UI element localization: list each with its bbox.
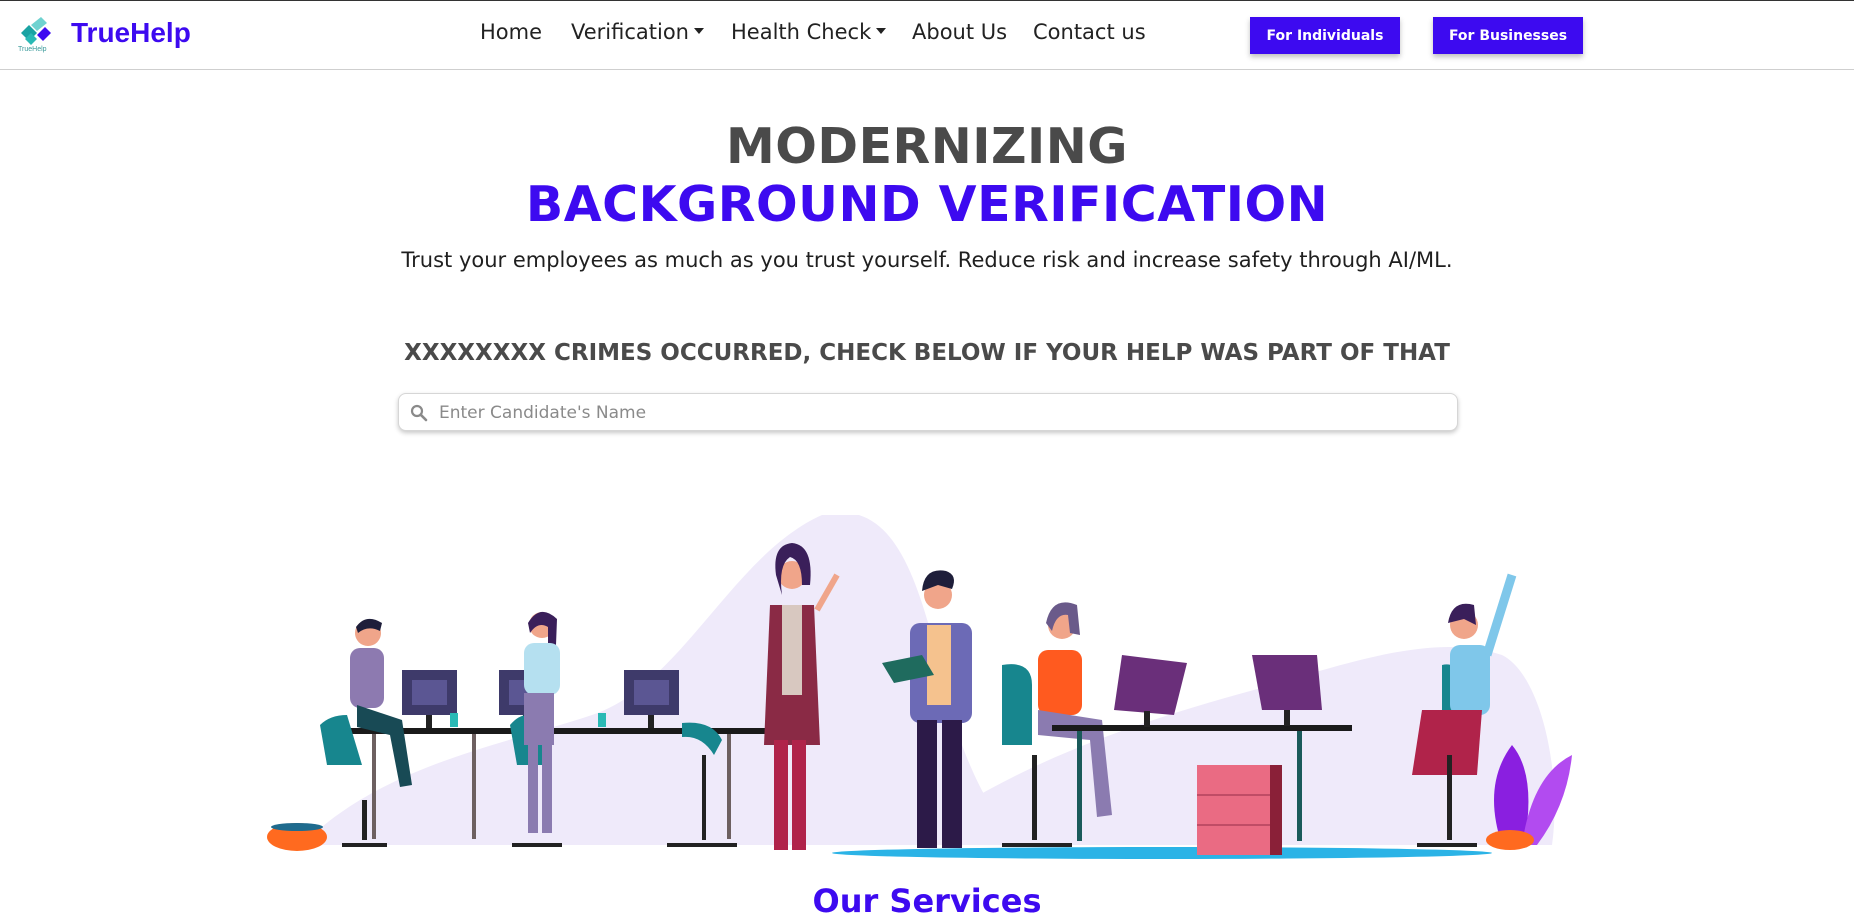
office-team-illustration: [262, 512, 1592, 867]
search-box[interactable]: [398, 393, 1458, 431]
nav-about-us-label: About Us: [912, 20, 1008, 44]
brand-name: TrueHelp: [71, 17, 191, 48]
nav-health-check-label: Health Check: [731, 20, 872, 44]
hero-title-line1: MODERNIZING: [725, 118, 1129, 175]
nav-contact-us[interactable]: Contact us: [1033, 20, 1146, 44]
search-icon: [410, 404, 428, 422]
logo-small-text: TrueHelp: [18, 46, 47, 53]
nav-about-us[interactable]: About Us: [912, 20, 1007, 44]
for-individuals-button[interactable]: For Individuals: [1250, 17, 1400, 54]
services-heading: Our Services: [812, 882, 1042, 920]
nav-contact-us-label: Contact us: [1033, 20, 1146, 44]
nav-home[interactable]: Home: [480, 20, 542, 44]
navbar: TrueHelp TrueHelp Home Verification Heal…: [0, 1, 1854, 70]
hero-subtitle: Trust your employees as much as you trus…: [401, 248, 1453, 272]
chevron-down-icon: [876, 28, 887, 34]
candidate-name-input[interactable]: [437, 398, 1441, 428]
for-businesses-button[interactable]: For Businesses: [1433, 17, 1583, 54]
nav-home-label: Home: [480, 20, 543, 44]
crimes-heading: XXXXXXXX CRIMES OCCURRED, CHECK BELOW IF…: [404, 340, 1450, 366]
hero-title-line2: BACKGROUND VERIFICATION: [525, 176, 1329, 233]
nav-health-check[interactable]: Health Check: [731, 20, 887, 44]
brand[interactable]: TrueHelp TrueHelp: [17, 15, 217, 59]
chevron-down-icon: [694, 28, 704, 34]
nav-verification[interactable]: Verification: [571, 20, 704, 44]
nav-verification-label: Verification: [571, 20, 689, 44]
